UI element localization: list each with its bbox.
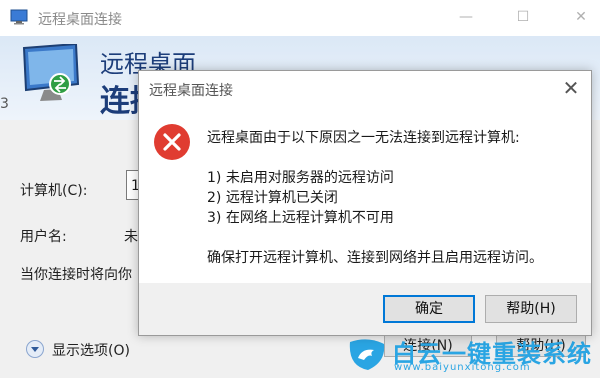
left-edge-fragment: 3 <box>0 96 9 112</box>
reason-item: 2) 远程计算机已关闭 <box>207 190 338 206</box>
main-window-title: 远程桌面连接 <box>38 12 122 28</box>
ok-button[interactable]: 确定 <box>383 295 475 323</box>
advice-text: 确保打开远程计算机、连接到网络并且启用远程访问。 <box>207 250 543 266</box>
remote-desktop-app-icon <box>10 9 28 25</box>
show-options-chevron-icon[interactable] <box>26 340 44 358</box>
minimize-button[interactable]: — <box>455 6 477 28</box>
watermark-url: www.baiyunxitong.com <box>394 362 531 373</box>
maximize-button[interactable]: ☐ <box>512 6 534 28</box>
monitor-connection-icon <box>22 44 80 101</box>
dialog-close-icon[interactable]: ✕ <box>559 76 583 100</box>
username-label: 用户名: <box>20 229 67 245</box>
reason-item: 1) 未启用对服务器的远程访问 <box>207 170 394 186</box>
error-dialog: 远程桌面连接 ✕ 远程桌面由于以下原因之一无法连接到远程计算机: 1) 未启用对… <box>138 70 592 336</box>
close-window-button[interactable]: ✕ <box>570 6 592 28</box>
reason-item: 3) 在网络上远程计算机不可用 <box>207 210 394 226</box>
watermark-bird-logo <box>349 339 385 370</box>
main-titlebar: 远程桌面连接 — ☐ ✕ <box>0 0 600 36</box>
dialog-title: 远程桌面连接 <box>149 83 233 99</box>
dialog-titlebar: 远程桌面连接 ✕ <box>139 71 591 105</box>
error-message: 远程桌面由于以下原因之一无法连接到远程计算机: <box>207 130 520 146</box>
dialog-help-button[interactable]: 帮助(H) <box>485 295 577 323</box>
connect-prompt-text: 当你连接时将向你 <box>20 267 132 283</box>
dialog-footer: 确定 帮助(H) <box>139 283 591 335</box>
show-options-link[interactable]: 显示选项(O) <box>52 340 130 360</box>
error-icon <box>154 124 190 160</box>
username-value: 未 <box>124 229 138 245</box>
computer-label: 计算机(C): <box>20 183 88 199</box>
